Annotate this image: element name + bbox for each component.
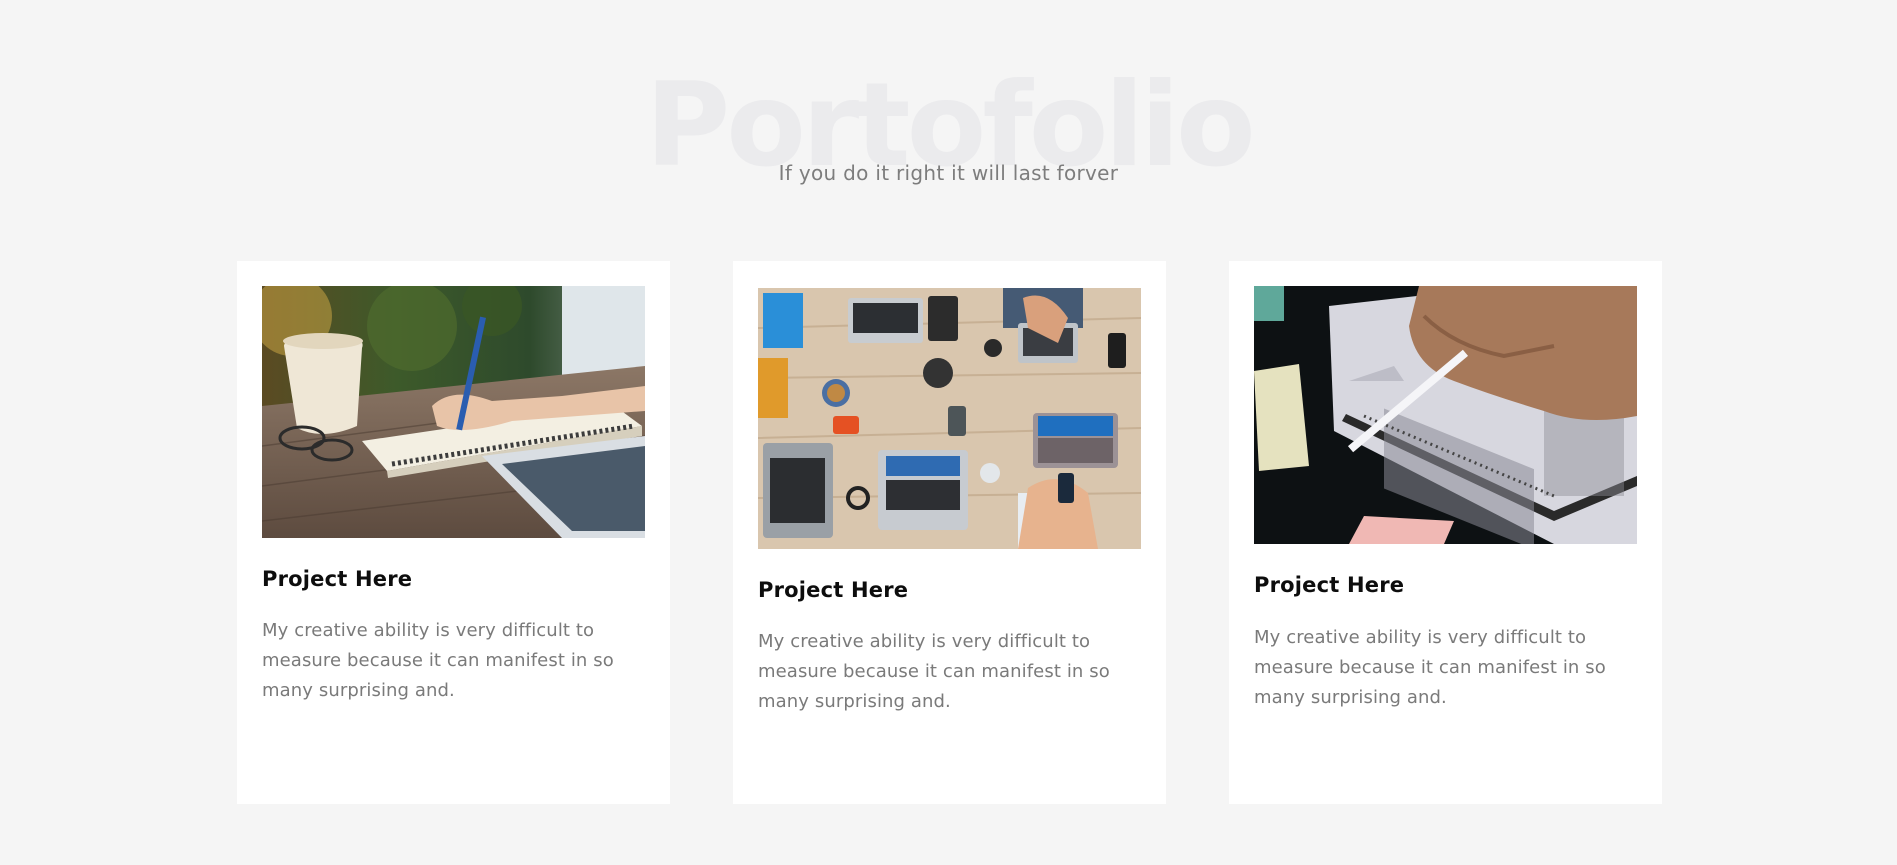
project-image-team-laptops[interactable] <box>758 288 1141 549</box>
project-card[interactable]: Project Here My creative ability is very… <box>237 261 670 804</box>
project-title[interactable]: Project Here <box>758 578 908 602</box>
project-description: My creative ability is very difficult to… <box>758 631 1110 712</box>
project-card[interactable]: Project Here My creative ability is very… <box>733 261 1166 804</box>
project-title[interactable]: Project Here <box>262 567 412 591</box>
portfolio-section: Portofolio If you do it right it will la… <box>0 0 1897 865</box>
project-image-writing-notebook[interactable] <box>262 286 645 538</box>
portfolio-heading: Portofolio If you do it right it will la… <box>0 60 1897 190</box>
project-title[interactable]: Project Here <box>1254 573 1404 597</box>
project-description: My creative ability is very difficult to… <box>262 620 614 701</box>
portfolio-subtitle: If you do it right it will last forver <box>778 161 1119 185</box>
project-description: My creative ability is very difficult to… <box>1254 627 1606 708</box>
project-card[interactable]: Project Here My creative ability is very… <box>1229 261 1662 804</box>
project-image-answer-sheet[interactable] <box>1254 286 1637 544</box>
